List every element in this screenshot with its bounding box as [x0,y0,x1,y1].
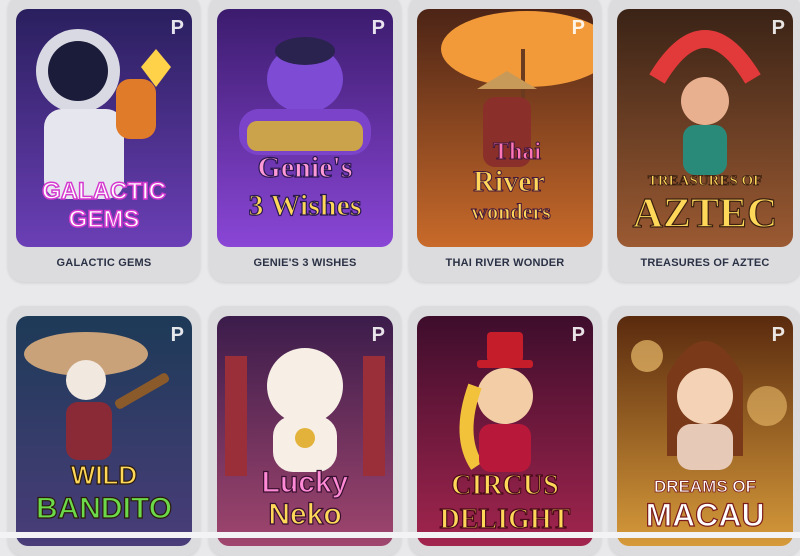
game-logo-line: wonders [471,199,551,224]
game-logo-line: GEMS [69,206,140,233]
game-thumbnail[interactable]: WILD BANDITO P [16,316,192,546]
game-thumbnail[interactable]: GALACTIC GEMS P [16,9,192,247]
game-logo-line: DREAMS OF [654,477,756,496]
game-card-dreams-of-macau[interactable]: DREAMS OF MACAU P [609,306,800,556]
aztec-queen-art: TREASURES OF AZTEC [617,9,793,247]
game-logo-line: River [473,165,545,198]
game-thumbnail[interactable]: Lucky Neko P [217,316,393,546]
game-logo-line: Genie's [258,151,353,184]
game-title[interactable]: THAI RIVER WONDER [409,257,601,269]
game-card-wild-bandito[interactable]: WILD BANDITO P [8,306,200,556]
game-logo-line: MACAU [645,497,764,533]
provider-badge: P [170,17,184,39]
game-thumbnail[interactable]: DREAMS OF MACAU P [617,316,793,546]
lucky-cat-art: Lucky Neko [217,316,393,546]
macau-lady-art: DREAMS OF MACAU [617,316,793,546]
game-title[interactable]: GENIE'S 3 WISHES [209,257,401,269]
game-thumbnail[interactable]: Thai River wonders P [417,9,593,247]
game-card-treasures-of-aztec[interactable]: TREASURES OF AZTEC P TREASURES OF AZTEC [609,0,800,282]
ringmaster-art: CIRCUS DELIGHT [417,316,593,546]
provider-badge: P [571,17,585,39]
game-logo-line: AZTEC [633,191,778,237]
game-logo-line: CIRCUS [451,470,558,501]
game-logo-line: WILD [71,460,137,490]
game-logo-line: GALACTIC [42,178,166,205]
provider-badge: P [571,324,585,346]
game-title[interactable]: GALACTIC GEMS [8,257,200,269]
game-thumbnail[interactable]: CIRCUS DELIGHT P [417,316,593,546]
game-thumbnail[interactable]: TREASURES OF AZTEC P [617,9,793,247]
provider-badge: P [771,17,785,39]
mariachi-skeleton-art: WILD BANDITO [16,316,192,546]
provider-badge: P [771,324,785,346]
game-logo-line: TREASURES OF [648,173,763,189]
game-grid: GALACTIC GEMS P GALACTIC GEMS Genie's 3 … [4,0,800,556]
game-logo-line: Neko [268,498,341,531]
provider-badge: P [371,324,385,346]
game-logo-line: DELIGHT [440,504,571,535]
page-bottom-edge [0,532,800,538]
game-card-thai-river-wonder[interactable]: Thai River wonders P THAI RIVER WONDER [409,0,601,282]
provider-badge: P [170,324,184,346]
game-thumbnail[interactable]: Genie's 3 Wishes P [217,9,393,247]
game-card-genies-3-wishes[interactable]: Genie's 3 Wishes P GENIE'S 3 WISHES [209,0,401,282]
game-card-circus-delight[interactable]: CIRCUS DELIGHT P [409,306,601,556]
game-card-lucky-neko[interactable]: Lucky Neko P [209,306,401,556]
game-logo-line: BANDITO [36,492,172,525]
game-logo-line: Lucky [262,466,349,499]
game-title[interactable]: TREASURES OF AZTEC [609,257,800,269]
genie-art: Genie's 3 Wishes [217,9,393,247]
game-card-galactic-gems[interactable]: GALACTIC GEMS P GALACTIC GEMS [8,0,200,282]
provider-badge: P [371,17,385,39]
boatman-art: Thai River wonders [417,9,593,247]
game-logo-line: 3 Wishes [248,189,361,222]
game-logo-line: Thai [493,139,541,165]
astronaut-art: GALACTIC GEMS [16,9,192,247]
